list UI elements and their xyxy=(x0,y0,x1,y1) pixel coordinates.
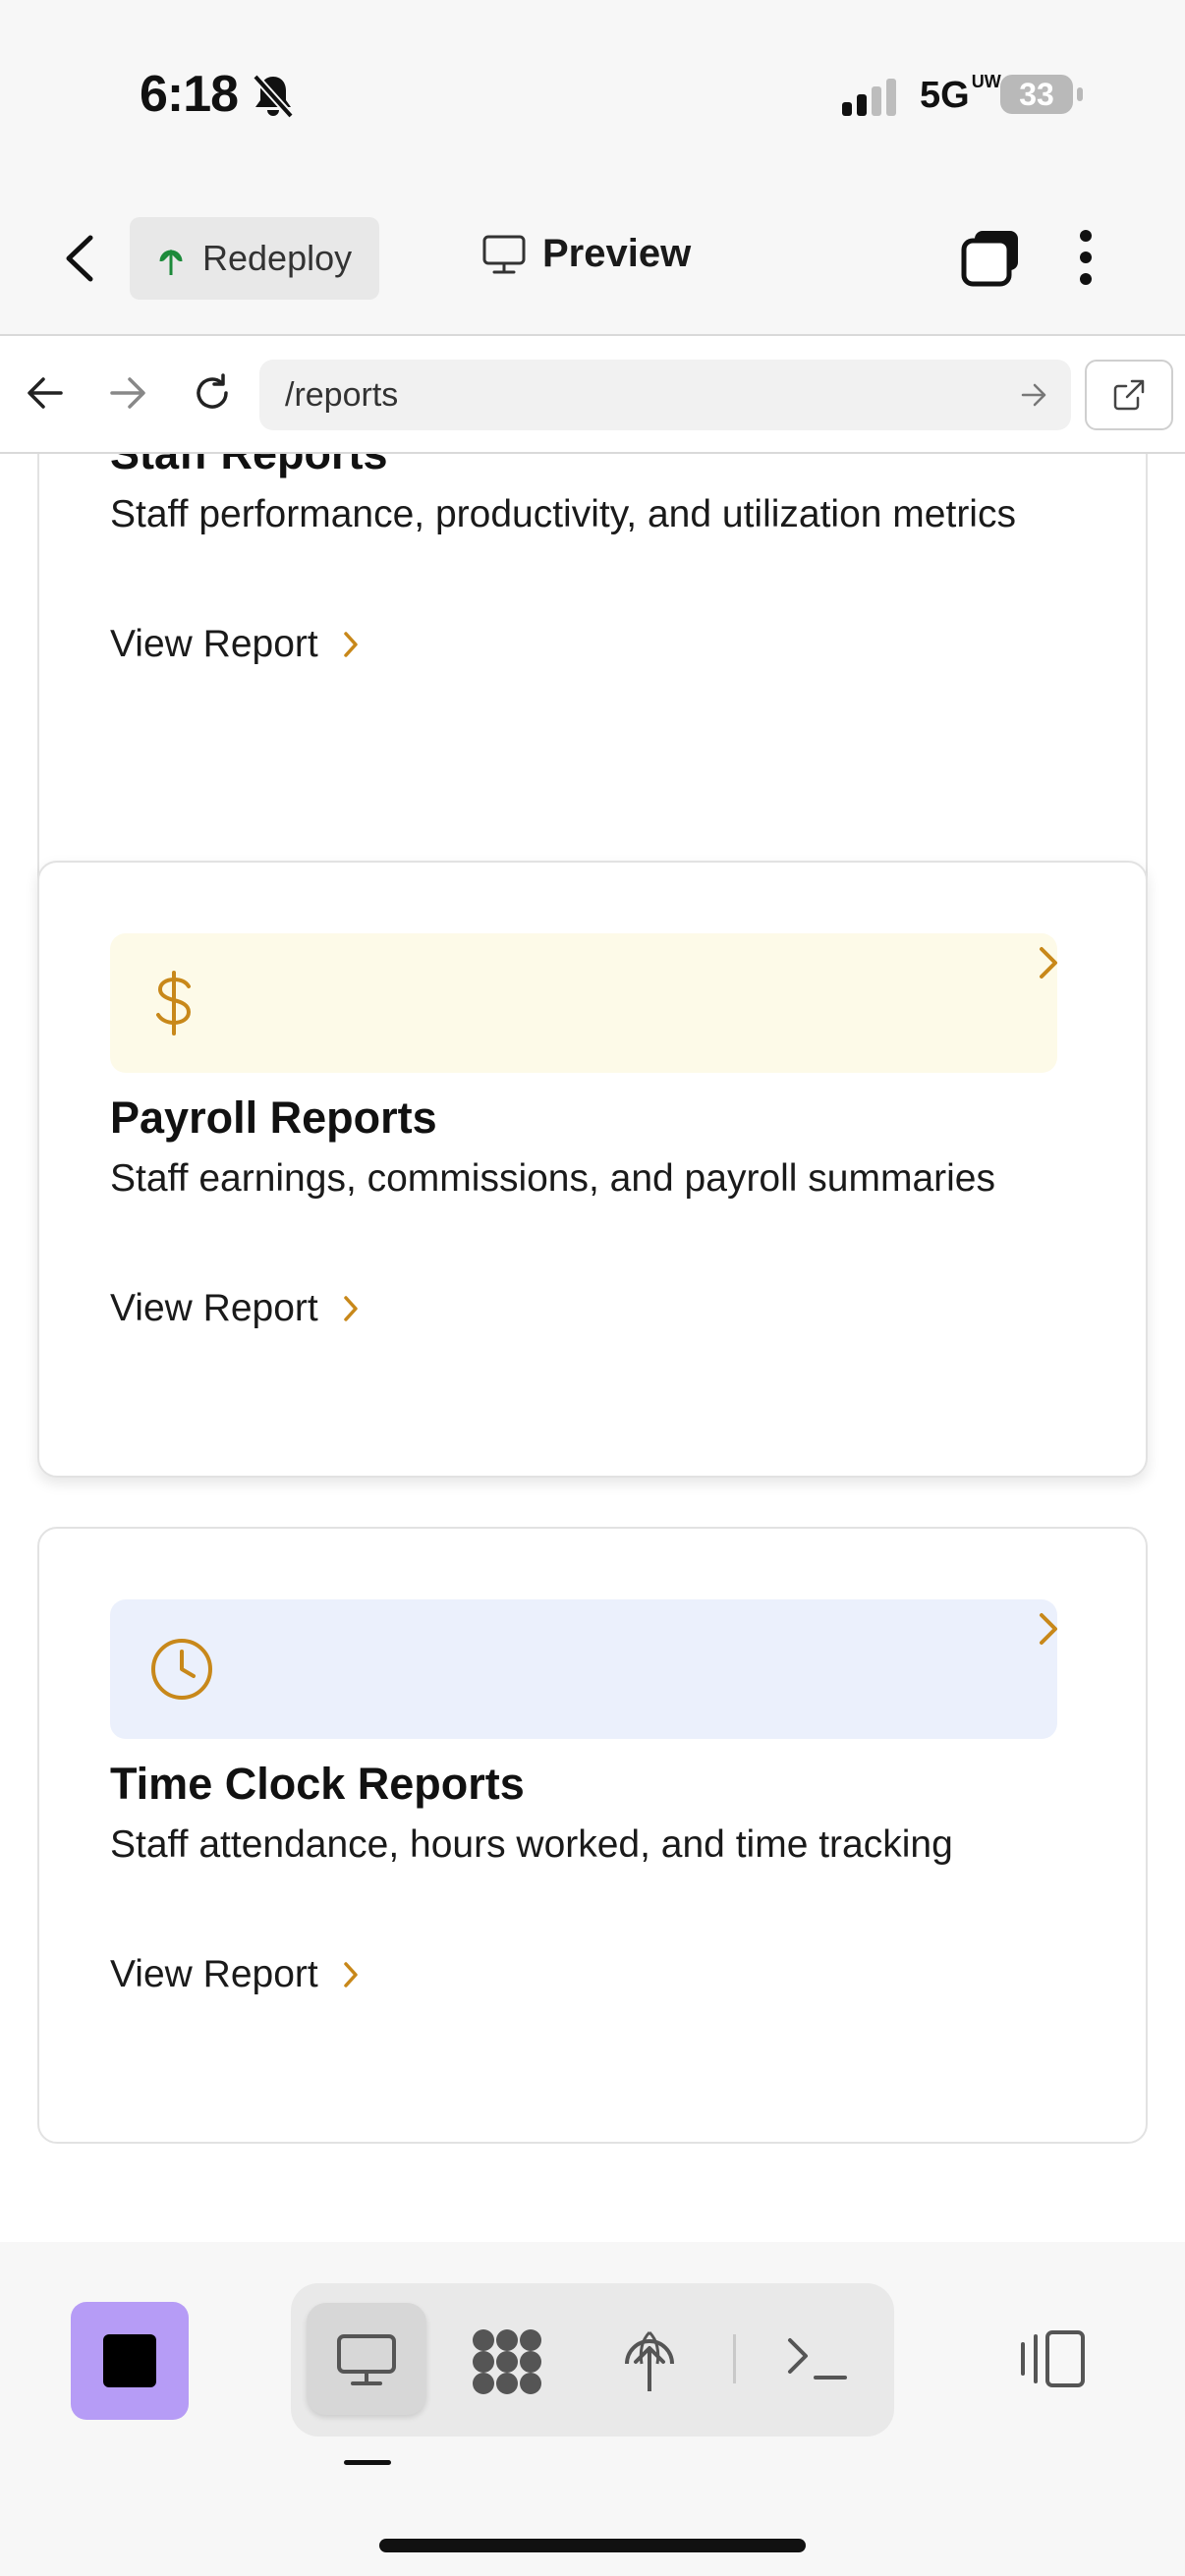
split-view-icon[interactable] xyxy=(1018,2328,1089,2394)
dollar-icon xyxy=(156,971,192,1036)
report-card-payroll[interactable]: Payroll Reports Staff earnings, commissi… xyxy=(37,861,1148,1478)
arrow-left-icon[interactable] xyxy=(26,375,65,416)
toolbar-divider xyxy=(733,2334,736,2383)
cluster-icon[interactable] xyxy=(470,2326,544,2402)
chevron-left-icon[interactable] xyxy=(61,234,100,283)
status-time: 6:18 xyxy=(140,66,239,123)
monitor-icon xyxy=(335,2332,398,2394)
home-indicator xyxy=(379,2539,806,2552)
redeploy-button[interactable]: Redeploy xyxy=(130,217,379,300)
redeploy-label: Redeploy xyxy=(202,238,353,278)
chevron-right-icon[interactable] xyxy=(1036,943,1061,982)
reports-list: Staff Reports Staff performance, product… xyxy=(0,454,1185,2242)
view-report-label: View Report xyxy=(110,1953,318,1995)
deploy-icon[interactable] xyxy=(621,2324,678,2398)
clock-icon xyxy=(151,1639,212,1700)
chevron-right-icon xyxy=(343,1962,358,1988)
card-icon-banner xyxy=(110,1599,1057,1739)
view-report-label: View Report xyxy=(110,1287,318,1329)
view-report-link[interactable]: View Report xyxy=(110,623,360,666)
external-link-button[interactable] xyxy=(1085,360,1173,430)
card-description: Staff performance, productivity, and uti… xyxy=(110,493,1016,535)
chevron-right-icon[interactable] xyxy=(1036,1609,1061,1649)
stop-icon xyxy=(103,2334,156,2387)
more-vertical-icon[interactable] xyxy=(1079,228,1093,292)
external-link-icon xyxy=(1112,378,1146,412)
deploy-tree-icon xyxy=(155,240,187,277)
monitor-icon xyxy=(481,234,527,275)
preview-label: Preview xyxy=(542,232,692,275)
battery-cap xyxy=(1077,87,1083,101)
view-report-link[interactable]: View Report xyxy=(110,1287,360,1330)
tabs-stack-icon[interactable] xyxy=(961,229,1020,293)
chevron-right-icon xyxy=(343,1296,358,1321)
signal-icon xyxy=(840,79,901,121)
bell-slash-icon xyxy=(252,73,295,125)
network-badge: UW xyxy=(971,72,1001,91)
card-title: Time Clock Reports xyxy=(110,1759,525,1809)
network-type: 5G UW xyxy=(920,72,1001,116)
go-arrow-icon[interactable] xyxy=(1020,382,1049,408)
url-input[interactable]: /reports xyxy=(259,360,1071,430)
stop-button[interactable] xyxy=(71,2302,189,2420)
chevron-right-icon xyxy=(343,632,358,657)
active-tab-indicator xyxy=(344,2460,391,2465)
card-description: Staff earnings, commissions, and payroll… xyxy=(110,1157,995,1200)
card-title: Staff Reports xyxy=(110,454,388,479)
arrow-right-icon[interactable] xyxy=(108,375,147,416)
terminal-icon[interactable] xyxy=(786,2334,849,2388)
card-icon-banner xyxy=(110,933,1057,1073)
card-title: Payroll Reports xyxy=(110,1092,437,1143)
card-description: Staff attendance, hours worked, and time… xyxy=(110,1823,953,1866)
url-text: /reports xyxy=(285,375,399,414)
view-report-label: View Report xyxy=(110,623,318,665)
view-report-link[interactable]: View Report xyxy=(110,1953,360,1996)
preview-title: Preview xyxy=(481,232,691,276)
reload-icon[interactable] xyxy=(191,371,234,420)
battery-level: 33 xyxy=(1000,75,1073,114)
report-card-time-clock[interactable]: Time Clock Reports Staff attendance, hou… xyxy=(37,1527,1148,2144)
